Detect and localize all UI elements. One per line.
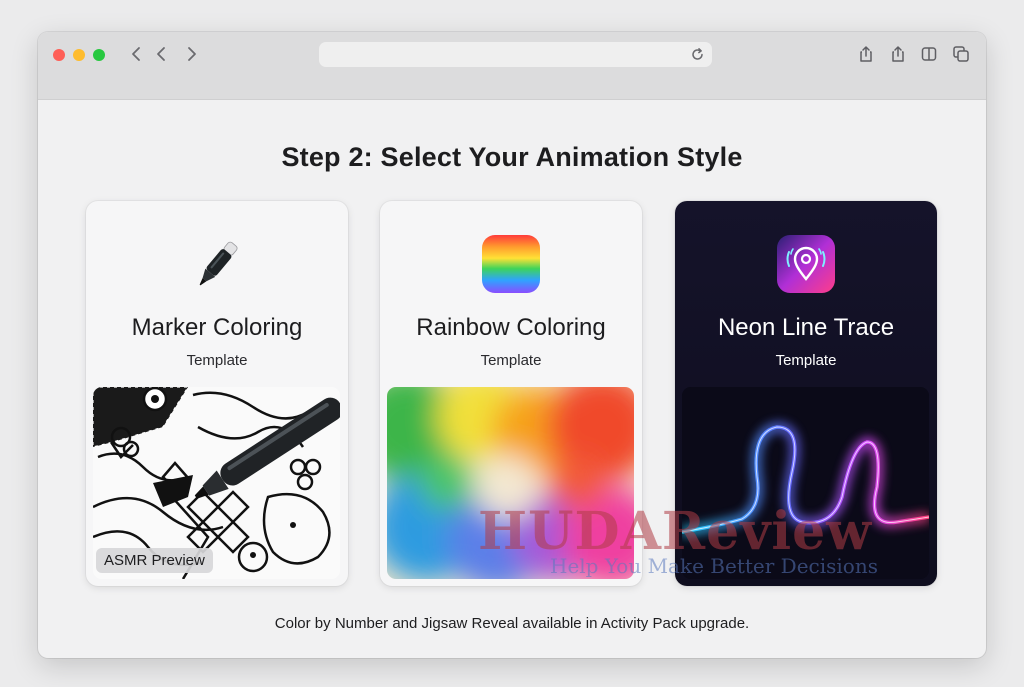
sidebar-back-icon[interactable] (126, 43, 148, 65)
marker-icon (199, 241, 238, 286)
browser-titlebar (38, 32, 986, 100)
card-title: Rainbow Coloring (416, 314, 606, 341)
tabs-icon[interactable] (951, 44, 971, 64)
asmr-preview-badge: ASMR Preview (96, 548, 213, 573)
rainbow-preview-image (387, 387, 634, 579)
style-card-rainbow-coloring[interactable]: Rainbow Coloring Template (380, 201, 642, 586)
sidebar-icon[interactable] (919, 44, 939, 64)
back-icon[interactable] (151, 43, 173, 65)
style-card-marker-coloring[interactable]: Marker Coloring Template ASMR Preview (86, 201, 348, 586)
marker-preview-image: ASMR Preview (93, 387, 340, 579)
share-icon[interactable] (856, 44, 876, 64)
card-subtitle: Template (775, 352, 837, 369)
browser-window: Step 2: Select Your Animation Style Mark… (38, 32, 986, 658)
style-card-neon-line-trace[interactable]: Neon Line Trace Template (675, 201, 937, 586)
page-title: Step 2: Select Your Animation Style (281, 142, 743, 172)
upgrade-note: Color by Number and Jigsaw Reveal availa… (274, 615, 750, 632)
card-title: Marker Coloring (131, 314, 303, 341)
address-bar[interactable] (319, 42, 712, 67)
card-subtitle: Template (186, 352, 248, 369)
card-title: Neon Line Trace (717, 314, 895, 341)
rainbow-icon (482, 235, 540, 293)
zoom-window-button[interactable] (93, 49, 105, 61)
neon-location-icon (777, 235, 835, 293)
minimize-window-button[interactable] (73, 49, 85, 61)
reload-icon[interactable] (689, 46, 706, 63)
neon-preview-image (682, 387, 929, 579)
share-alt-icon[interactable] (888, 44, 908, 64)
close-window-button[interactable] (53, 49, 65, 61)
forward-icon[interactable] (180, 43, 202, 65)
card-subtitle: Template (480, 352, 542, 369)
